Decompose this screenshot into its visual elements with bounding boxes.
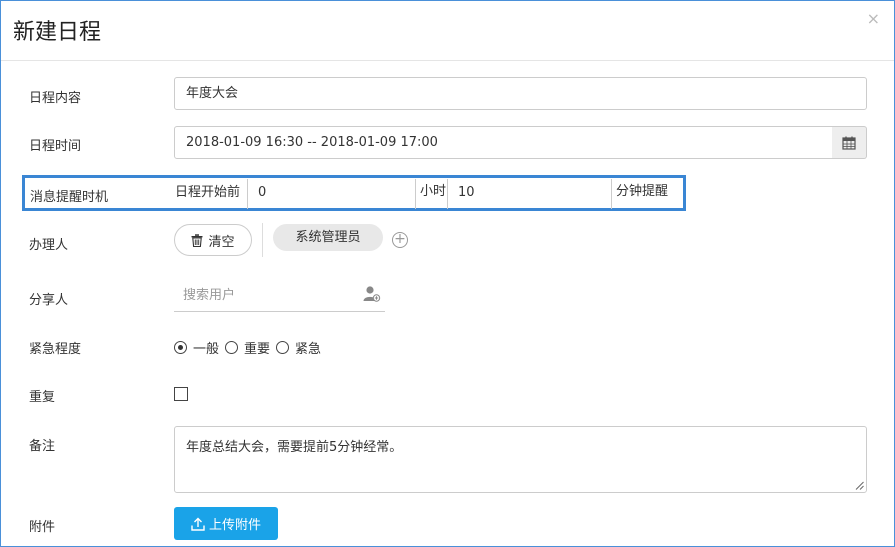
note-text: 年度总结大会，需要提前5分钟经常。 (186, 440, 403, 455)
resize-grip-icon[interactable] (855, 481, 864, 490)
new-schedule-dialog: 新建日程 × 日程内容 年度大会 日程时间 2018-01-09 16:30 -… (0, 0, 895, 547)
urgency-option-label: 紧急 (295, 342, 322, 357)
reminder-minutes-unit: 分钟提醒 (611, 179, 668, 209)
urgency-option-label: 一般 (193, 342, 220, 357)
note-textarea[interactable]: 年度总结大会，需要提前5分钟经常。 (174, 426, 867, 493)
radio-important[interactable] (225, 341, 239, 354)
assignee-label: 办理人 (29, 238, 69, 253)
add-user-icon[interactable] (363, 285, 381, 303)
reminder-highlight-box: 消息提醒时机 日程开始前 0 小时 10 分钟提醒 (22, 175, 686, 211)
repeat-checkbox[interactable] (174, 387, 188, 401)
urgency-option-important[interactable]: 重要 (225, 338, 270, 357)
share-search (174, 281, 385, 312)
share-label: 分享人 (29, 293, 69, 308)
plus-circle-icon[interactable]: + (392, 232, 408, 248)
reminder-hours-unit: 小时 (415, 179, 446, 209)
time-input[interactable]: 2018-01-09 16:30 -- 2018-01-09 17:00 (174, 126, 833, 159)
time-label: 日程时间 (29, 139, 82, 154)
upload-button-label: 上传附件 (208, 518, 261, 533)
calendar-icon (842, 136, 856, 150)
trash-icon (191, 233, 203, 247)
repeat-label: 重复 (29, 390, 56, 405)
dialog-title: 新建日程 (13, 20, 102, 45)
date-picker-button[interactable] (832, 126, 867, 159)
urgency-label: 紧急程度 (29, 342, 82, 357)
reminder-prefix: 日程开始前 (175, 185, 241, 200)
urgency-option-normal[interactable]: 一般 (174, 338, 219, 357)
content-input[interactable]: 年度大会 (174, 77, 867, 110)
radio-normal[interactable] (174, 341, 187, 354)
urgency-radio-group: 一般 重要 紧急 (174, 338, 327, 357)
dialog-header: 新建日程 × (1, 1, 894, 61)
share-search-input[interactable] (183, 285, 353, 305)
note-label: 备注 (29, 439, 56, 454)
urgency-option-urgent[interactable]: 紧急 (276, 338, 321, 357)
reminder-hours-input[interactable]: 0 (247, 179, 411, 209)
reminder-minutes-input[interactable]: 10 (447, 179, 611, 209)
attachment-label: 附件 (29, 520, 56, 535)
content-label: 日程内容 (29, 91, 82, 106)
upload-icon (191, 517, 205, 531)
close-icon[interactable]: × (867, 9, 880, 28)
assignee-divider (262, 223, 263, 257)
clear-assignee-button[interactable]: 清空 (174, 224, 252, 256)
clear-button-label: 清空 (208, 234, 235, 250)
upload-attachment-button[interactable]: 上传附件 (174, 507, 278, 540)
radio-urgent[interactable] (276, 341, 290, 354)
assignee-chip[interactable]: 系统管理员 (273, 224, 383, 251)
reminder-label: 消息提醒时机 (30, 190, 109, 205)
urgency-option-label: 重要 (244, 342, 271, 357)
